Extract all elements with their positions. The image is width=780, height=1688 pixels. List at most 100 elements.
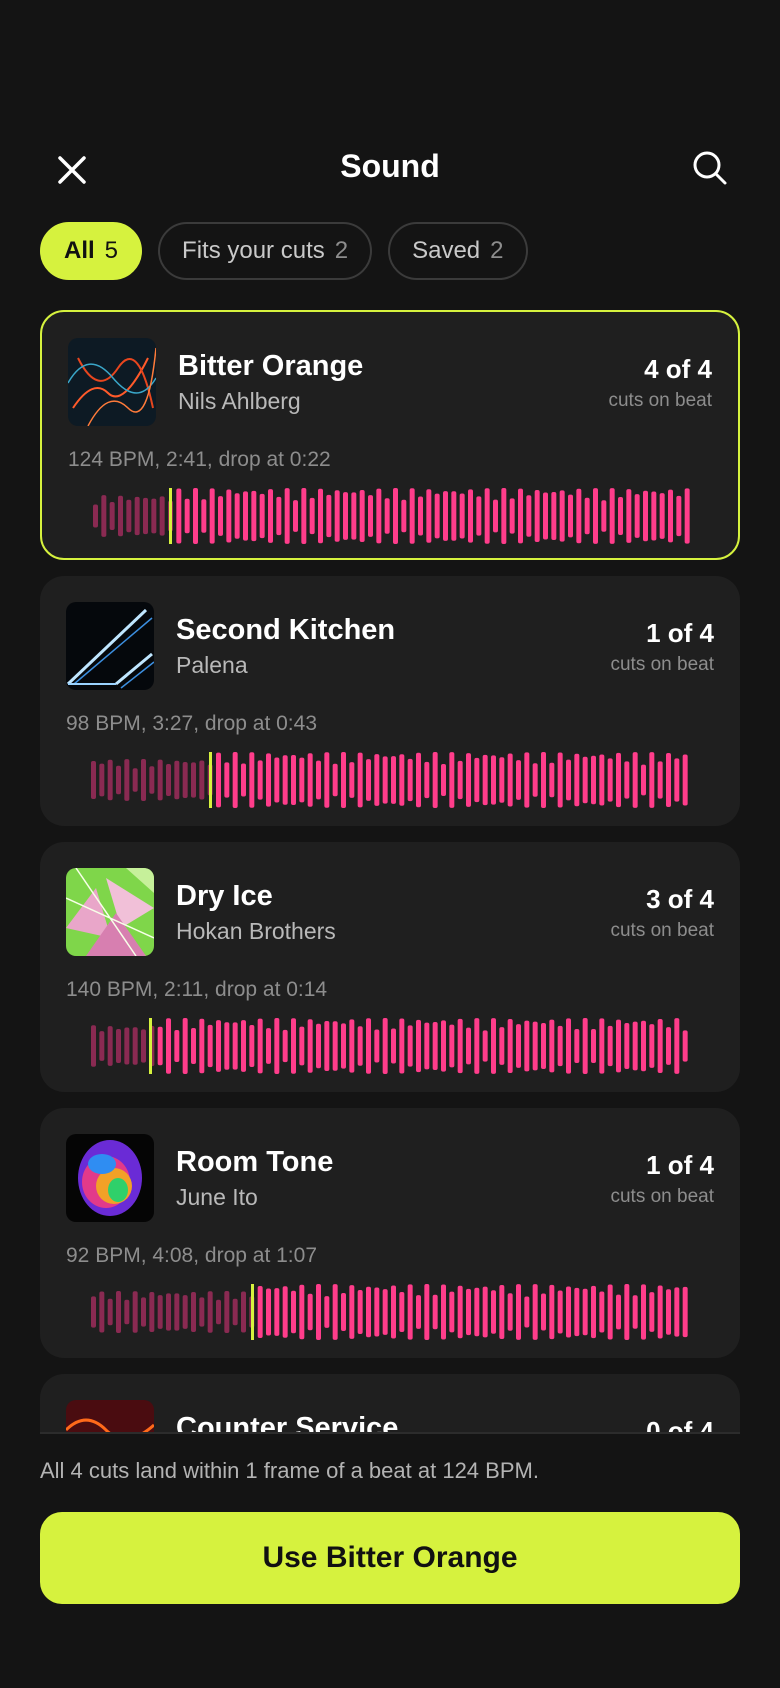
waveform-bar <box>249 752 255 808</box>
waveform-bar <box>209 488 215 544</box>
waveform-bar <box>299 1026 305 1066</box>
waveform-bar <box>466 1027 471 1065</box>
playhead-marker[interactable] <box>209 752 212 808</box>
waveform-bar <box>341 1292 346 1332</box>
filter-chip-label: Fits your cuts <box>182 237 325 264</box>
playhead-marker[interactable] <box>169 488 172 544</box>
waveform-bar <box>282 755 288 805</box>
filter-chip-label: Saved <box>412 237 481 264</box>
waveform-bar <box>266 1288 271 1336</box>
track-card[interactable]: Second Kitchen Palena 1 of 4 cuts on bea… <box>40 576 740 826</box>
search-icon <box>693 151 727 185</box>
waveform[interactable] <box>90 1284 690 1340</box>
waveform-bar <box>568 494 573 538</box>
filter-chip-saved[interactable]: Saved 2 <box>388 222 528 280</box>
beat-count: 3 of 4 <box>646 884 714 914</box>
waveform-bar <box>374 754 380 806</box>
search-button[interactable] <box>690 148 730 188</box>
waveform-bar <box>607 758 613 802</box>
waveform-bar <box>241 763 246 797</box>
waveform-bar <box>151 498 157 534</box>
waveform-bar <box>316 760 321 800</box>
waveform-bar <box>518 488 523 544</box>
beat-count: 4 of 4 <box>644 354 712 384</box>
waveform-bar <box>401 499 407 533</box>
waveform-bar <box>241 1291 246 1333</box>
track-list[interactable]: Bitter Orange Nils Ahlberg 4 of 4 cuts o… <box>40 310 740 1432</box>
waveform-bar <box>574 1028 580 1064</box>
waveform-bar <box>624 761 630 799</box>
track-title: Bitter Orange <box>178 350 364 382</box>
filter-chip-count: 2 <box>334 237 349 264</box>
track-card[interactable]: Dry Ice Hokan Brothers 3 of 4 cuts on be… <box>40 842 740 1092</box>
waveform-bar <box>507 753 513 807</box>
waveform-bar <box>226 489 232 543</box>
waveform-bar <box>474 757 480 803</box>
waveform-bar <box>551 492 557 540</box>
waveform-bar <box>399 754 405 806</box>
waveform-bar <box>666 1027 671 1065</box>
playhead-marker[interactable] <box>149 1018 152 1074</box>
waveform-bar <box>449 752 455 808</box>
waveform-bar <box>632 1021 638 1071</box>
waveform[interactable] <box>92 488 692 544</box>
waveform-bar <box>134 496 140 536</box>
waveform-bar <box>549 1019 555 1073</box>
waveform-bar <box>349 1285 355 1339</box>
waveform-bar <box>182 1295 188 1329</box>
album-art <box>68 338 156 426</box>
waveform-bar <box>141 1029 146 1063</box>
track-card[interactable]: Counter Service 0 of 4 <box>40 1374 740 1432</box>
waveform-bar <box>407 1025 413 1067</box>
header: Sound <box>0 140 780 200</box>
track-card[interactable]: Room Tone June Ito 1 of 4 cuts on beat 9… <box>40 1108 740 1358</box>
waveform-bar <box>457 1018 463 1074</box>
waveform-bar <box>582 756 588 804</box>
use-track-button[interactable]: Use Bitter Orange <box>40 1512 740 1604</box>
waveform-bar <box>174 1293 180 1331</box>
filter-chip-fits-your-cuts[interactable]: Fits your cuts 2 <box>158 222 373 280</box>
waveform-bar <box>399 1292 405 1332</box>
waveform-bar <box>616 1019 621 1073</box>
waveform-bar <box>99 763 105 797</box>
waveform-bar <box>91 1296 96 1328</box>
waveform-bar <box>418 496 423 536</box>
album-art <box>66 602 154 690</box>
filter-chip-count: 2 <box>490 237 504 264</box>
waveform-bar <box>541 1293 546 1331</box>
waveform-bar <box>184 498 190 534</box>
waveform-bar <box>684 488 690 544</box>
waveform[interactable] <box>90 752 690 808</box>
waveform-bar <box>474 1287 480 1337</box>
waveform-bar <box>559 490 565 542</box>
waveform-bar <box>624 1284 630 1340</box>
track-title: Room Tone <box>176 1146 334 1178</box>
playhead-marker[interactable] <box>251 1284 254 1340</box>
waveform-bar <box>516 1024 521 1068</box>
waveform-bar <box>182 1018 188 1074</box>
track-card[interactable]: Bitter Orange Nils Ahlberg 4 of 4 cuts o… <box>40 310 740 560</box>
waveform-bar <box>368 495 373 537</box>
filter-chip-all[interactable]: All 5 <box>40 222 143 280</box>
waveform-bar <box>499 1027 505 1065</box>
waveform-bar <box>593 488 598 544</box>
track-meta: 140 BPM, 2:11, drop at 0:14 <box>66 978 328 1001</box>
waveform-bar <box>682 1030 688 1062</box>
waveform-bar <box>116 1291 121 1333</box>
waveform-bar <box>499 757 505 803</box>
waveform-bar <box>649 1292 655 1332</box>
waveform-bar <box>224 1022 230 1070</box>
waveform-bar <box>126 499 132 533</box>
waveform[interactable] <box>90 1018 690 1074</box>
waveform-bar <box>566 1018 571 1074</box>
waveform-bar <box>382 1018 388 1074</box>
waveform-bar <box>157 1295 163 1329</box>
waveform-bar <box>624 1023 630 1069</box>
waveform-bar <box>374 1287 380 1337</box>
waveform-bar <box>166 1018 171 1074</box>
waveform-bar <box>324 1021 330 1071</box>
waveform-bar <box>307 753 313 807</box>
waveform-bar <box>591 1028 596 1064</box>
waveform-bar <box>359 490 365 542</box>
waveform-bar <box>157 1026 163 1066</box>
